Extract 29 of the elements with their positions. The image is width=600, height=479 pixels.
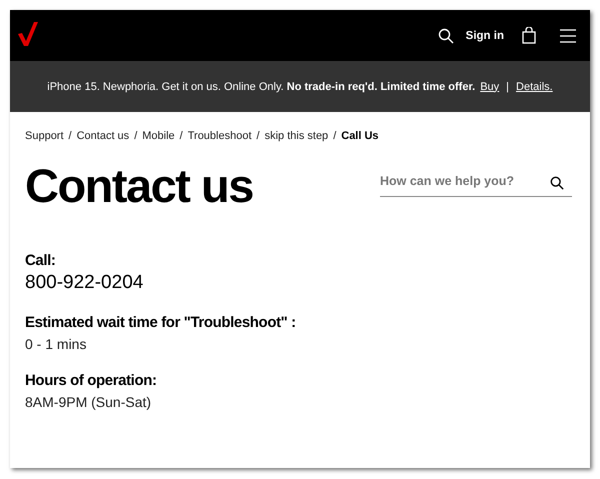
breadcrumb-separator: /: [180, 130, 183, 142]
sign-in-link[interactable]: Sign in: [466, 30, 504, 42]
shopping-bag-icon[interactable]: [522, 27, 536, 44]
menu-icon[interactable]: [560, 28, 576, 42]
buy-link[interactable]: Buy: [480, 80, 500, 92]
link-divider: |: [506, 80, 510, 92]
info-label: Estimated wait time for "Troubleshoot" :: [25, 314, 297, 332]
page-title: Contact us: [25, 158, 253, 214]
breadcrumb-separator: /: [333, 130, 336, 142]
breadcrumb-link[interactable]: Mobile: [142, 130, 175, 142]
breadcrumb-link[interactable]: Troubleshoot: [188, 130, 252, 142]
breadcrumb-link[interactable]: Call Us: [341, 130, 379, 142]
details-link[interactable]: Details.: [516, 80, 553, 92]
checkmark-logo-icon[interactable]: [18, 20, 38, 46]
breadcrumb-separator: /: [256, 130, 260, 142]
search-icon[interactable]: [438, 28, 454, 44]
search-field[interactable]: How can we help you?: [380, 170, 572, 197]
breadcrumb-link[interactable]: Contact us: [76, 130, 130, 142]
breadcrumb-separator: /: [134, 130, 138, 142]
breadcrumb-separator: /: [68, 130, 72, 142]
breadcrumb-link[interactable]: skip this step: [264, 130, 328, 142]
phone-number[interactable]: 800-922-0204: [25, 272, 575, 294]
info-label: Call:: [25, 252, 57, 270]
info-value: 0 - 1 mins: [25, 336, 88, 352]
promo-text: iPhone 15. Newphoria. Get it on us. Online Only. No trade-in req'd. Limited time offer.: [47, 80, 476, 92]
search-icon[interactable]: [550, 176, 564, 190]
info-label: Hours of operation:: [25, 372, 158, 390]
info-value: 8AM-9PM (Sun-Sat): [25, 394, 152, 410]
breadcrumb-link[interactable]: Support: [25, 130, 64, 142]
